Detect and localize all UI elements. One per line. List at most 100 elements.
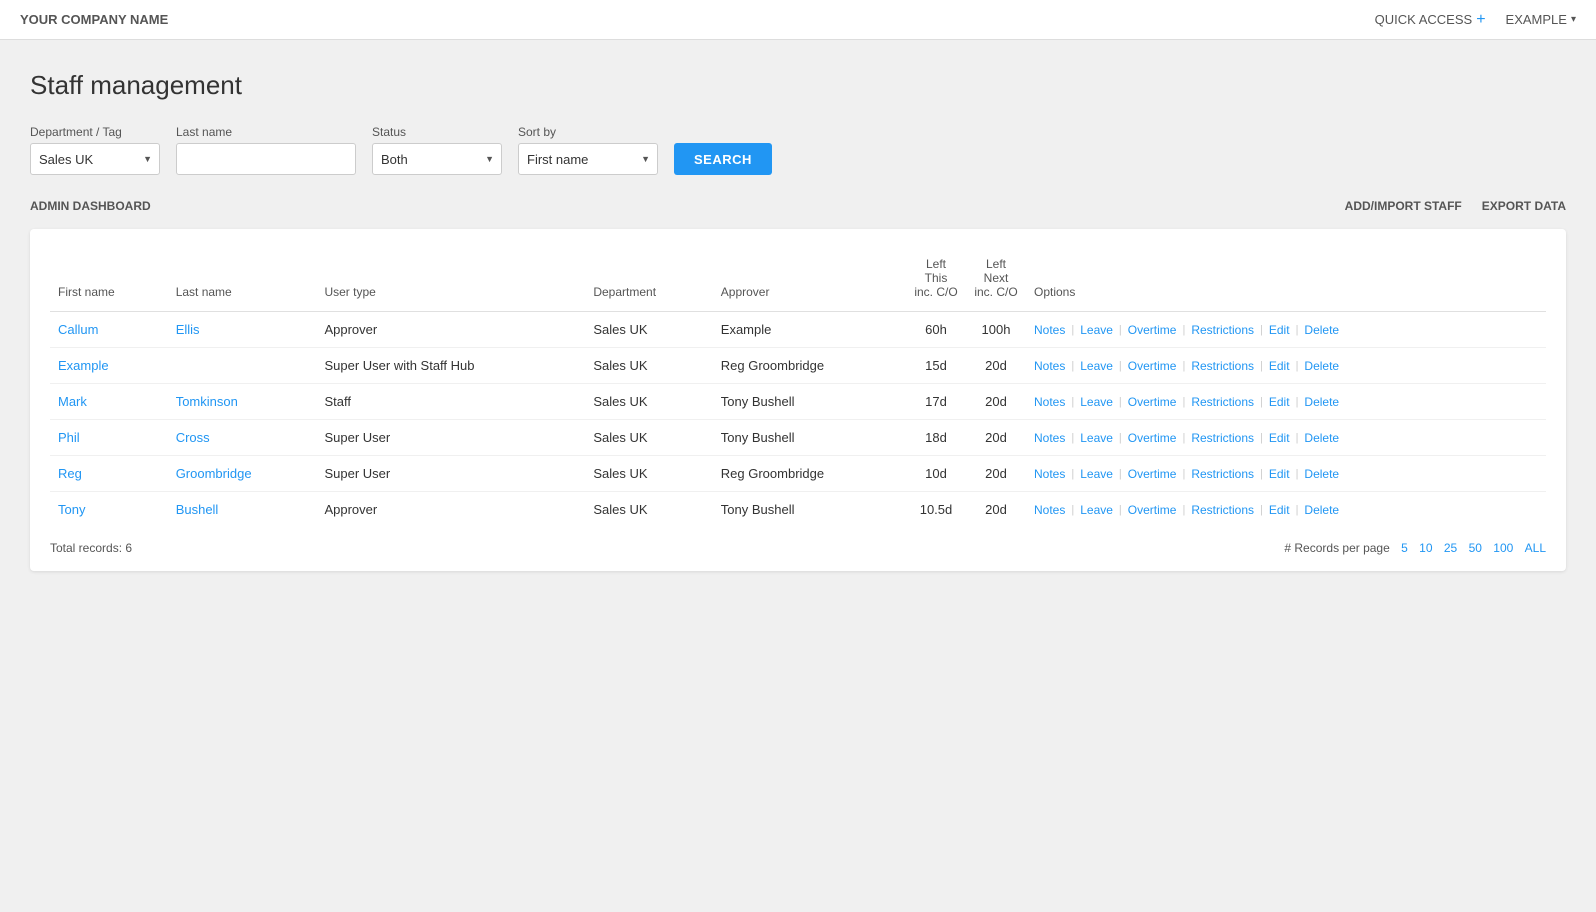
lastname-link[interactable]: Tomkinson [176,394,238,409]
cell-firstname: Example [50,348,168,384]
leave-link[interactable]: Leave [1080,431,1113,445]
cell-left-this: 18d [906,420,966,456]
delete-link[interactable]: Delete [1304,431,1339,445]
cell-approver: Reg Groombridge [713,348,906,384]
table-row: Mark Tomkinson Staff Sales UK Tony Bushe… [50,384,1546,420]
restrictions-link[interactable]: Restrictions [1191,503,1254,517]
leave-link[interactable]: Leave [1080,323,1113,337]
notes-link[interactable]: Notes [1034,323,1065,337]
overtime-link[interactable]: Overtime [1128,359,1177,373]
notes-link[interactable]: Notes [1034,395,1065,409]
cell-usertype: Super User with Staff Hub [316,348,585,384]
department-select[interactable]: Sales UK All Departments [30,143,160,175]
firstname-link[interactable]: Reg [58,466,82,481]
sortby-select[interactable]: First name Last name Department [518,143,658,175]
cell-approver: Tony Bushell [713,384,906,420]
options-cell: Notes | Leave | Overtime | Restrictions … [1034,431,1538,445]
records-per-page-sep [1394,541,1397,555]
notes-link[interactable]: Notes [1034,467,1065,481]
records-50[interactable]: 50 [1469,541,1482,555]
department-filter-group: Department / Tag Sales UK All Department… [30,125,160,175]
lastname-link[interactable]: Cross [176,430,210,445]
records-10[interactable]: 10 [1419,541,1432,555]
sortby-filter-group: Sort by First name Last name Department [518,125,658,175]
leave-link[interactable]: Leave [1080,503,1113,517]
overtime-link[interactable]: Overtime [1128,467,1177,481]
restrictions-link[interactable]: Restrictions [1191,431,1254,445]
delete-link[interactable]: Delete [1304,467,1339,481]
cell-firstname: Mark [50,384,168,420]
notes-link[interactable]: Notes [1034,503,1065,517]
firstname-link[interactable]: Mark [58,394,87,409]
edit-link[interactable]: Edit [1269,359,1290,373]
cell-lastname: Cross [168,420,317,456]
records-100[interactable]: 100 [1493,541,1513,555]
overtime-link[interactable]: Overtime [1128,503,1177,517]
overtime-link[interactable]: Overtime [1128,431,1177,445]
records-all[interactable]: ALL [1525,541,1546,555]
lastname-input[interactable] [176,143,356,175]
overtime-link[interactable]: Overtime [1128,395,1177,409]
firstname-link[interactable]: Callum [58,322,98,337]
add-import-staff-link[interactable]: ADD/IMPORT STAFF [1345,199,1462,213]
cell-lastname: Ellis [168,312,317,348]
edit-link[interactable]: Edit [1269,323,1290,337]
restrictions-link[interactable]: Restrictions [1191,359,1254,373]
cell-usertype: Approver [316,492,585,528]
leave-link[interactable]: Leave [1080,467,1113,481]
leave-link[interactable]: Leave [1080,359,1113,373]
sub-header: ADMIN DASHBOARD ADD/IMPORT STAFF EXPORT … [30,199,1566,213]
notes-link[interactable]: Notes [1034,431,1065,445]
records-25[interactable]: 25 [1444,541,1457,555]
delete-link[interactable]: Delete [1304,359,1339,373]
lastname-link[interactable]: Bushell [176,502,219,517]
table-header-row: First name Last name User type Departmen… [50,249,1546,312]
col-usertype: User type [316,249,585,312]
col-lastname: Last name [168,249,317,312]
restrictions-link[interactable]: Restrictions [1191,467,1254,481]
quick-access-menu[interactable]: QUICK ACCESS + [1375,11,1486,29]
delete-link[interactable]: Delete [1304,503,1339,517]
cell-left-next: 20d [966,492,1026,528]
options-cell: Notes | Leave | Overtime | Restrictions … [1034,467,1538,481]
cell-options: Notes | Leave | Overtime | Restrictions … [1026,492,1546,528]
cell-left-next: 20d [966,456,1026,492]
example-label: EXAMPLE [1506,12,1567,27]
options-cell: Notes | Leave | Overtime | Restrictions … [1034,503,1538,517]
search-button[interactable]: SEARCH [674,143,772,175]
notes-link[interactable]: Notes [1034,359,1065,373]
cell-approver: Tony Bushell [713,420,906,456]
admin-dashboard-link[interactable]: ADMIN DASHBOARD [30,199,151,213]
delete-link[interactable]: Delete [1304,395,1339,409]
example-dropdown[interactable]: EXAMPLE ▾ [1506,12,1576,27]
cell-firstname: Tony [50,492,168,528]
cell-lastname: Groombridge [168,456,317,492]
firstname-link[interactable]: Example [58,358,109,373]
cell-left-this: 15d [906,348,966,384]
firstname-link[interactable]: Tony [58,502,85,517]
edit-link[interactable]: Edit [1269,395,1290,409]
col-firstname: First name [50,249,168,312]
edit-link[interactable]: Edit [1269,431,1290,445]
lastname-link[interactable]: Ellis [176,322,200,337]
restrictions-link[interactable]: Restrictions [1191,395,1254,409]
leave-link[interactable]: Leave [1080,395,1113,409]
records-5[interactable]: 5 [1401,541,1408,555]
firstname-link[interactable]: Phil [58,430,80,445]
overtime-link[interactable]: Overtime [1128,323,1177,337]
export-data-link[interactable]: EXPORT DATA [1482,199,1566,213]
status-filter-group: Status Both Active Inactive [372,125,502,175]
total-records: Total records: 6 [50,541,132,555]
restrictions-link[interactable]: Restrictions [1191,323,1254,337]
status-select[interactable]: Both Active Inactive [372,143,502,175]
cell-lastname: Tomkinson [168,384,317,420]
cell-options: Notes | Leave | Overtime | Restrictions … [1026,384,1546,420]
delete-link[interactable]: Delete [1304,323,1339,337]
cell-approver: Reg Groombridge [713,456,906,492]
edit-link[interactable]: Edit [1269,467,1290,481]
status-label: Status [372,125,502,139]
cell-left-next: 100h [966,312,1026,348]
chevron-down-icon: ▾ [1571,14,1576,25]
lastname-link[interactable]: Groombridge [176,466,252,481]
edit-link[interactable]: Edit [1269,503,1290,517]
